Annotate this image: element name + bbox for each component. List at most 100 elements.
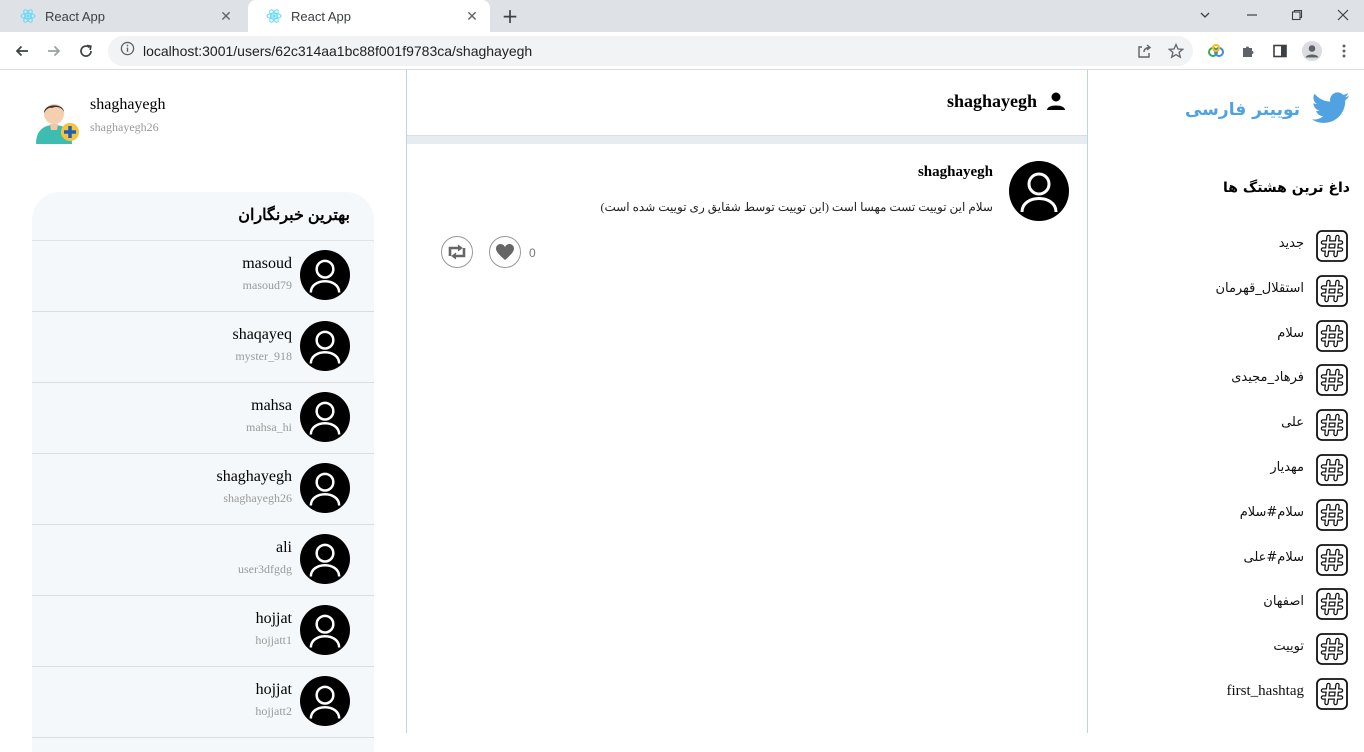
hashtag-label[interactable]: اصفهان	[1263, 594, 1304, 609]
brand-logo[interactable]: توییتر فارسی	[1184, 91, 1350, 129]
hashtag-label[interactable]: استقلال_قهرمان	[1215, 281, 1304, 296]
writer-row[interactable]: shaqayeq myster_918	[32, 312, 374, 383]
url-text: localhost:3001/users/62c314aa1bc88f001f9…	[143, 43, 533, 59]
tweet-author-name[interactable]: shaghayegh	[918, 164, 993, 181]
tweet-author-avatar-icon[interactable]	[1009, 161, 1069, 221]
trending-hashtags-title: داغ ترین هشتگ ها	[1223, 180, 1350, 196]
like-button[interactable]	[489, 236, 521, 268]
reload-icon[interactable]	[74, 39, 98, 63]
hashtag-item[interactable]: سلام#سلام	[1108, 498, 1348, 533]
back-arrow-icon[interactable]	[10, 39, 34, 63]
writer-avatar-icon[interactable]	[300, 605, 350, 655]
writer-row[interactable]: masoud masoud79	[32, 241, 374, 312]
hashtag-item[interactable]: سلام#علی	[1108, 543, 1348, 578]
site-info-icon[interactable]	[120, 41, 135, 61]
react-icon	[20, 8, 36, 24]
hashtag-label[interactable]: مهدیار	[1270, 460, 1304, 475]
restore-button[interactable]	[1285, 4, 1309, 26]
share-icon[interactable]	[1132, 39, 1156, 63]
writer-avatar-icon[interactable]	[300, 676, 350, 726]
writer-name[interactable]: hojjat	[256, 610, 292, 628]
hashtag-item[interactable]: جدید	[1108, 230, 1348, 264]
writer-avatar-icon[interactable]	[300, 534, 350, 584]
tab-search-chevron-icon[interactable]	[1193, 4, 1217, 26]
react-icon	[266, 8, 282, 24]
browser-tab[interactable]: React App ✕	[2, 0, 244, 32]
hashtag-label[interactable]: فرهاد_مجیدی	[1231, 370, 1304, 385]
close-tab-icon[interactable]: ✕	[464, 8, 480, 25]
side-panel-icon[interactable]	[1268, 39, 1292, 63]
top-writers-panel: بهترین خبرنگاران masoud masoud79 shaqayeq m…	[32, 192, 374, 752]
writer-handle: shaghayegh26	[223, 491, 292, 505]
hashtag-item[interactable]: first_hashtag	[1108, 678, 1348, 712]
browser-tab-active[interactable]: React App ✕	[248, 0, 490, 32]
current-user-card[interactable]: shaghayegh shaghayegh26	[32, 92, 372, 148]
hashtag-item[interactable]: توییت	[1108, 633, 1348, 667]
address-bar[interactable]: localhost:3001/users/62c314aa1bc88f001f9…	[108, 36, 1193, 66]
writer-row[interactable]: ali user3dfgdg	[32, 525, 374, 596]
hashtag-item[interactable]: اصفهان	[1108, 588, 1348, 622]
hashtag-label[interactable]: علی	[1281, 415, 1304, 430]
hashtag-label[interactable]: توییت	[1273, 639, 1304, 654]
forward-arrow-icon[interactable]	[42, 39, 66, 63]
hashtag-icon	[1316, 543, 1348, 576]
hashtag-icon	[1316, 498, 1348, 531]
hashtag-label[interactable]: جدید	[1279, 236, 1304, 251]
writer-row[interactable]: shaghayegh shaghayegh26	[32, 454, 374, 525]
hashtag-item[interactable]: سلام	[1108, 319, 1348, 354]
new-tab-button[interactable]: +	[498, 4, 522, 28]
close-tab-icon[interactable]: ✕	[218, 8, 234, 25]
writer-avatar-icon[interactable]	[300, 392, 350, 442]
hashtag-label[interactable]: سلام	[1277, 326, 1304, 341]
hashtag-label[interactable]: first_hashtag	[1227, 683, 1304, 700]
close-window-button[interactable]	[1331, 4, 1355, 26]
like-count: 0	[529, 246, 536, 260]
writer-name[interactable]: mahsa	[251, 397, 292, 415]
writer-avatar-icon[interactable]	[300, 463, 350, 513]
bookmark-star-icon[interactable]	[1164, 39, 1188, 63]
writer-name[interactable]: shaghayegh	[216, 468, 292, 486]
writer-handle: mahsa_hi	[246, 420, 292, 434]
hashtag-icon	[1316, 409, 1348, 442]
minimize-button[interactable]	[1240, 4, 1264, 26]
hashtag-icon	[1316, 633, 1348, 666]
tab-title: React App	[291, 8, 351, 24]
profile-avatar-icon[interactable]	[1300, 39, 1324, 63]
retweet-button[interactable]	[441, 236, 473, 268]
writer-handle: user3dfgdg	[238, 562, 292, 576]
hashtag-icon	[1316, 364, 1348, 397]
top-writers-title: بهترین خبرنگاران	[32, 192, 374, 241]
hashtag-item[interactable]: مهدیار	[1108, 454, 1348, 488]
hashtag-label[interactable]: سلام#علی	[1244, 550, 1305, 565]
feed-header-username: shaghayegh	[946, 91, 1037, 111]
writer-row[interactable]: mahsa mahsa_hi	[32, 383, 374, 454]
retweet-icon	[448, 244, 466, 260]
brand-name: توییتر فارسی	[1184, 100, 1300, 120]
tweet-card[interactable]: shaghayegh سلام این توییت تست مهسا است (…	[407, 144, 1087, 284]
writer-handle: myster_918	[235, 349, 292, 363]
menu-kebab-icon[interactable]	[1332, 39, 1356, 63]
writer-avatar-icon[interactable]	[300, 321, 350, 371]
tweet-text: سلام این توییت تست مهسا است (این توییت ت…	[600, 200, 993, 214]
writer-avatar-icon[interactable]	[300, 250, 350, 300]
user-add-avatar-icon	[32, 94, 82, 144]
feed-divider	[407, 136, 1087, 144]
current-user-name: shaghayegh	[90, 96, 166, 113]
twitter-bird-icon	[1311, 91, 1350, 129]
extension-colorful-icon[interactable]	[1204, 39, 1228, 63]
hashtag-item[interactable]: علی	[1108, 409, 1348, 443]
writer-name[interactable]: shaqayeq	[232, 326, 292, 344]
writer-name[interactable]: ali	[276, 539, 292, 557]
extensions-puzzle-icon[interactable]	[1236, 39, 1260, 63]
hashtag-label[interactable]: سلام#سلام	[1240, 505, 1304, 520]
writer-name[interactable]: hojjat	[256, 681, 292, 699]
hashtag-icon	[1316, 274, 1348, 307]
hashtag-item[interactable]: فرهاد_مجیدی	[1108, 364, 1348, 398]
hashtag-icon	[1316, 588, 1348, 621]
writer-row[interactable]: hojjat hojjatt1	[32, 596, 374, 667]
writer-name[interactable]: masoud	[242, 255, 292, 273]
hashtag-item[interactable]: استقلال_قهرمان	[1108, 274, 1348, 309]
hashtag-icon	[1316, 454, 1348, 486]
current-user-handle: shaghayegh26	[90, 120, 159, 134]
writer-row[interactable]: hojjat hojjatt2	[32, 667, 374, 738]
